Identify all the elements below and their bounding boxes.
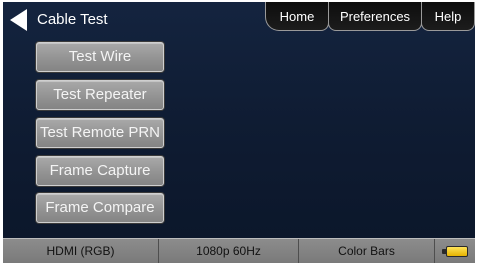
tab-home[interactable]: Home — [265, 2, 329, 31]
tab-help[interactable]: Help — [421, 2, 475, 31]
status-input-format[interactable]: HDMI (RGB) — [3, 239, 159, 263]
frame-capture-button[interactable]: Frame Capture — [36, 156, 164, 186]
status-resolution[interactable]: 1080p 60Hz — [159, 239, 299, 263]
page-title: Cable Test — [37, 11, 108, 28]
test-repeater-button[interactable]: Test Repeater — [36, 80, 164, 110]
test-remote-prn-button[interactable]: Test Remote PRN — [36, 118, 164, 148]
battery-icon — [446, 246, 468, 257]
back-arrow-icon — [10, 9, 27, 31]
frame-compare-button[interactable]: Frame Compare — [36, 193, 164, 223]
test-wire-button[interactable]: Test Wire — [36, 42, 164, 72]
status-bar: HDMI (RGB) 1080p 60Hz Color Bars — [3, 238, 475, 263]
back-button[interactable] — [9, 8, 29, 32]
app-screen: Cable Test Home Preferences Help Test Wi… — [3, 2, 475, 263]
tab-preferences[interactable]: Preferences — [328, 2, 422, 31]
status-pattern[interactable]: Color Bars — [299, 239, 435, 263]
